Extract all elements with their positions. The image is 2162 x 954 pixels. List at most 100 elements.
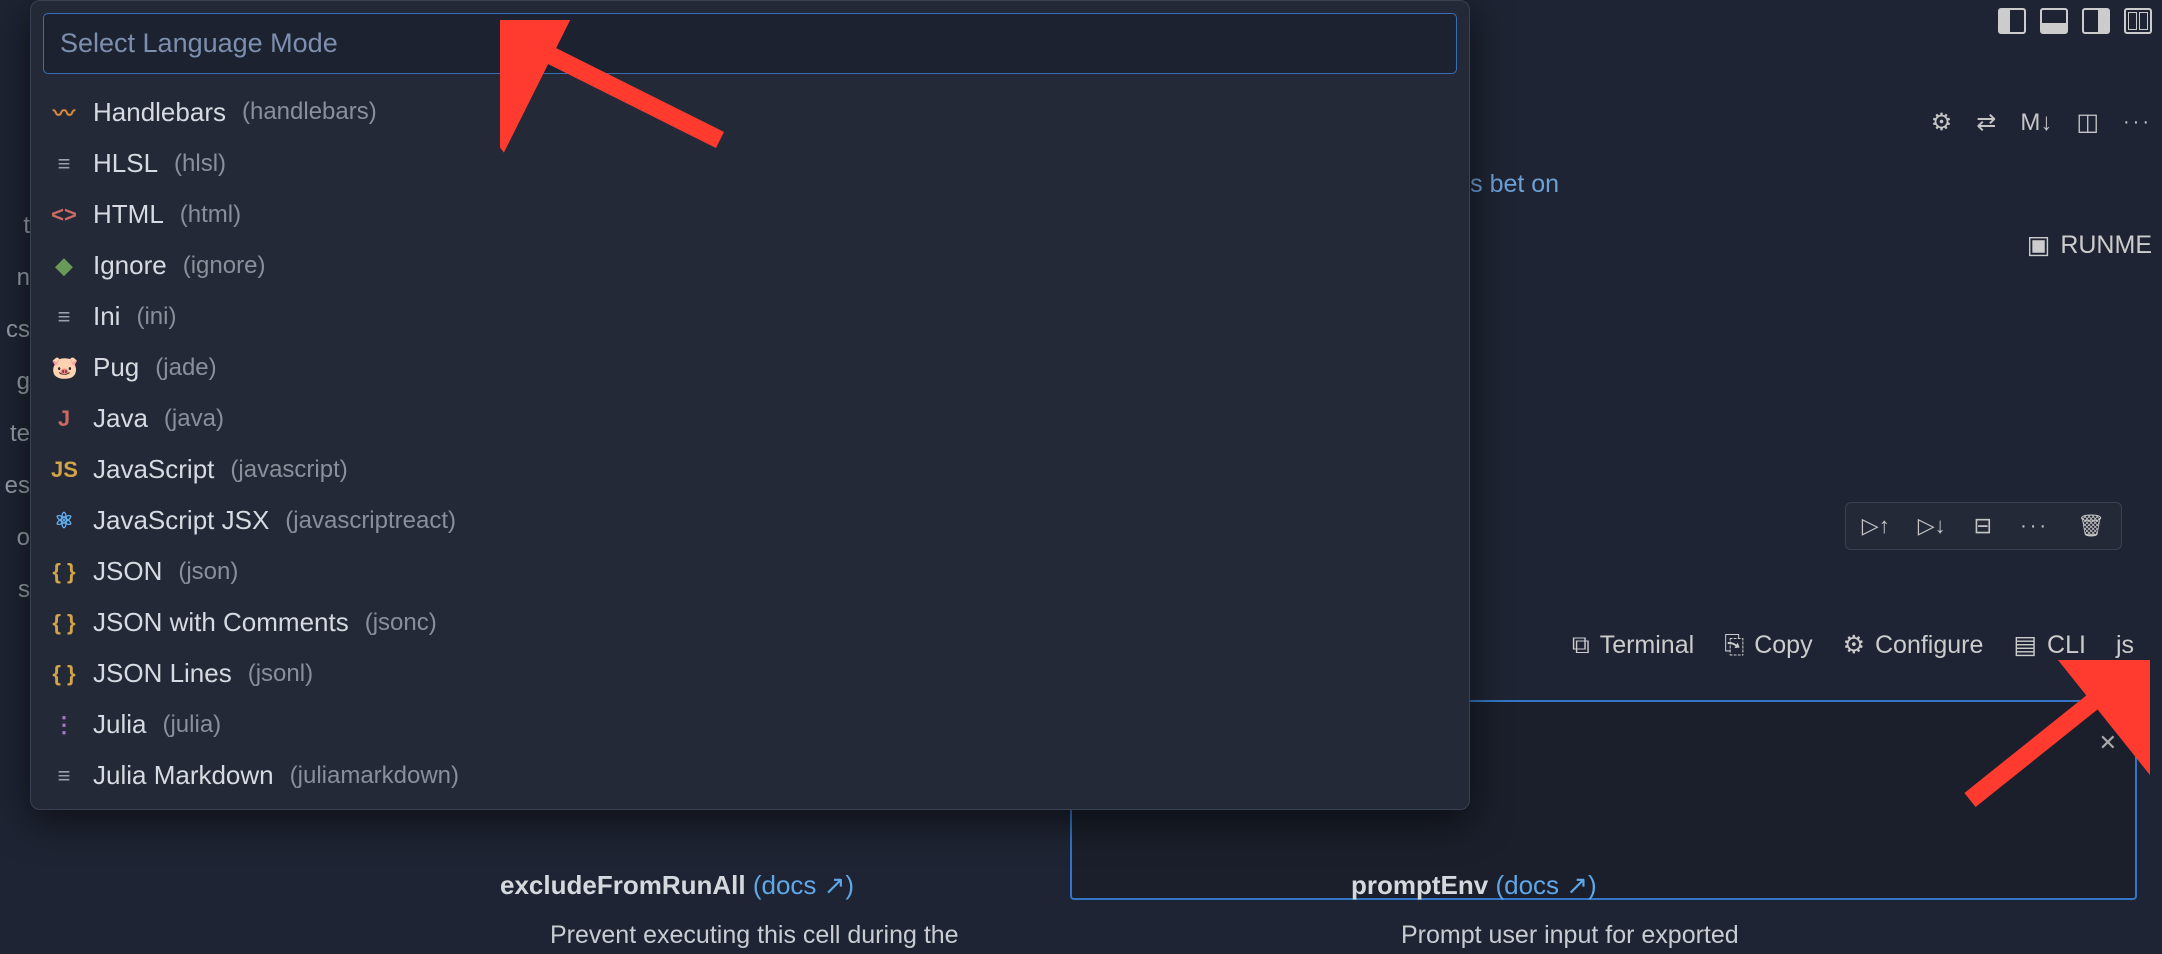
gutter-fragment: o — [0, 512, 30, 564]
language-id: (javascript) — [230, 456, 347, 484]
copy-button[interactable]: ⎘ Copy — [1724, 631, 1812, 660]
close-icon[interactable]: ✕ — [2099, 730, 2117, 756]
terminal-button[interactable]: ⧉ Terminal — [1572, 631, 1694, 660]
language-item[interactable]: <> HTML (html) — [45, 189, 1455, 240]
language-file-icon: 🐷 — [51, 355, 77, 381]
language-name: JavaScript — [93, 454, 214, 485]
language-file-icon: ⋮ — [51, 712, 77, 738]
language-id: (jade) — [155, 354, 216, 382]
copy-icon: ⎘ — [1724, 631, 1744, 660]
language-name: Java — [93, 403, 148, 434]
language-file-icon: ⚛ — [51, 508, 77, 534]
language-id: (jsonl) — [248, 660, 313, 688]
language-id: (ini) — [136, 303, 176, 331]
language-id: (java) — [164, 405, 224, 433]
doc-panel-exclude: excludeFromRunAll (docs ↗) Prevent execu… — [500, 870, 1291, 950]
language-name: JavaScript JSX — [93, 505, 269, 536]
left-gutter-text: tncsgteesos — [0, 200, 30, 616]
quick-input-box — [43, 13, 1457, 74]
doc-panel-promptenv: promptEnv (docs ↗) Prompt user input for… — [1351, 870, 2142, 950]
layout-right-icon[interactable] — [2082, 8, 2110, 34]
gutter-fragment: s — [0, 564, 30, 616]
compare-icon[interactable]: ⇄ — [1976, 108, 1996, 137]
layout-bottom-icon[interactable] — [2040, 8, 2068, 34]
split-cell-icon[interactable]: ⊟ — [1974, 513, 1992, 539]
language-item[interactable]: { }JSON Lines(jsonl) — [45, 648, 1455, 699]
language-item[interactable]: 〰 Handlebars (handlebars) — [45, 86, 1455, 138]
language-id: (julia) — [162, 711, 221, 739]
language-item[interactable]: { } JSON (json) — [45, 546, 1455, 597]
language-id: (handlebars) — [242, 98, 377, 126]
copy-label: Copy — [1754, 631, 1812, 660]
language-file-icon: ≡ — [51, 763, 77, 789]
run-below-icon[interactable]: ▷↓ — [1918, 513, 1946, 539]
layout-left-icon[interactable] — [1998, 8, 2026, 34]
language-file-icon: ◆ — [51, 253, 77, 279]
language-file-icon: 〰 — [51, 96, 77, 128]
language-file-icon: J — [51, 406, 77, 432]
language-badge[interactable]: js — [2116, 631, 2134, 660]
cli-button[interactable]: ▤ CLI — [2013, 630, 2086, 660]
gutter-fragment: es — [0, 460, 30, 512]
language-name: JSON Lines — [93, 658, 232, 689]
terminal-icon: ⧉ — [1572, 631, 1590, 660]
language-name: JSON — [93, 556, 162, 587]
cli-label: CLI — [2047, 631, 2086, 660]
language-search-input[interactable] — [60, 28, 1440, 59]
docs-link[interactable]: (docs ↗) — [753, 870, 854, 900]
language-id: (ignore) — [183, 252, 266, 280]
language-name: Ini — [93, 301, 120, 332]
language-file-icon: ≡ — [51, 151, 77, 177]
language-item[interactable]: ⋮Julia(julia) — [45, 699, 1455, 750]
language-file-icon: <> — [51, 202, 77, 228]
language-item[interactable]: { } JSON with Comments (jsonc) — [45, 597, 1455, 648]
language-id: (jsonc) — [365, 609, 437, 637]
language-item[interactable]: 🐷 Pug (jade) — [45, 342, 1455, 393]
gear-icon: ⚙ — [1843, 630, 1865, 660]
configure-button[interactable]: ⚙ Configure — [1843, 630, 1984, 660]
cell-more-icon[interactable]: ··· — [2020, 515, 2049, 538]
language-id: (juliamarkdown) — [290, 762, 459, 790]
language-name: HTML — [93, 199, 164, 230]
language-item[interactable]: ◆ Ignore (ignore) — [45, 240, 1455, 291]
language-item[interactable]: ≡HLSL(hlsl) — [45, 138, 1455, 189]
doc-desc: Prompt user input for exported — [1351, 921, 2142, 950]
language-item[interactable]: ≡Julia Markdown(juliamarkdown) — [45, 750, 1455, 801]
configure-label: Configure — [1875, 631, 1983, 660]
language-id: (html) — [180, 201, 241, 229]
language-file-icon: { } — [51, 610, 77, 636]
doc-title: excludeFromRunAll — [500, 870, 746, 900]
delete-cell-icon[interactable]: 🗑 — [2077, 513, 2105, 539]
split-editor-icon[interactable]: ◫ — [2076, 108, 2099, 137]
language-item[interactable]: ⚛JavaScript JSX(javascriptreact) — [45, 495, 1455, 546]
gutter-fragment: cs — [0, 304, 30, 356]
gutter-fragment: g — [0, 356, 30, 408]
language-id: (json) — [178, 558, 238, 586]
language-file-icon: { } — [51, 559, 77, 585]
language-name: Ignore — [93, 250, 167, 281]
editor-actions-toolbar: ⚙ ⇄ M↓ ◫ ··· — [1931, 108, 2152, 137]
markdown-preview-icon[interactable]: M↓ — [2020, 109, 2052, 137]
language-name: JSON with Comments — [93, 607, 349, 638]
language-file-icon: ≡ — [51, 304, 77, 330]
gear-icon[interactable]: ⚙ — [1931, 108, 1953, 137]
more-actions-icon[interactable]: ··· — [2123, 111, 2152, 134]
cell-output-actions: ⧉ Terminal ⎘ Copy ⚙ Configure ▤ CLI js — [1572, 630, 2134, 660]
gutter-fragment: n — [0, 252, 30, 304]
docs-link[interactable]: (docs ↗) — [1495, 870, 1596, 900]
layout-grid-icon[interactable] — [2124, 8, 2152, 34]
cell-toolbar: ▷↑ ▷↓ ⊟ ··· 🗑 — [1845, 502, 2122, 550]
runme-button[interactable]: ▣ RUNME — [2027, 230, 2152, 260]
language-id: (hlsl) — [174, 150, 226, 178]
doc-title: promptEnv — [1351, 870, 1488, 900]
language-name: Pug — [93, 352, 139, 383]
language-name: Handlebars — [93, 97, 226, 128]
language-item[interactable]: JSJavaScript(javascript) — [45, 444, 1455, 495]
runme-label: RUNME — [2060, 231, 2152, 260]
gutter-fragment: te — [0, 408, 30, 460]
runme-icon: ▣ — [2027, 230, 2051, 260]
run-above-icon[interactable]: ▷↑ — [1862, 513, 1890, 539]
docs-row: excludeFromRunAll (docs ↗) Prevent execu… — [500, 870, 2142, 954]
language-item[interactable]: J Java (java) — [45, 393, 1455, 444]
language-item[interactable]: ≡ Ini (ini) — [45, 291, 1455, 342]
